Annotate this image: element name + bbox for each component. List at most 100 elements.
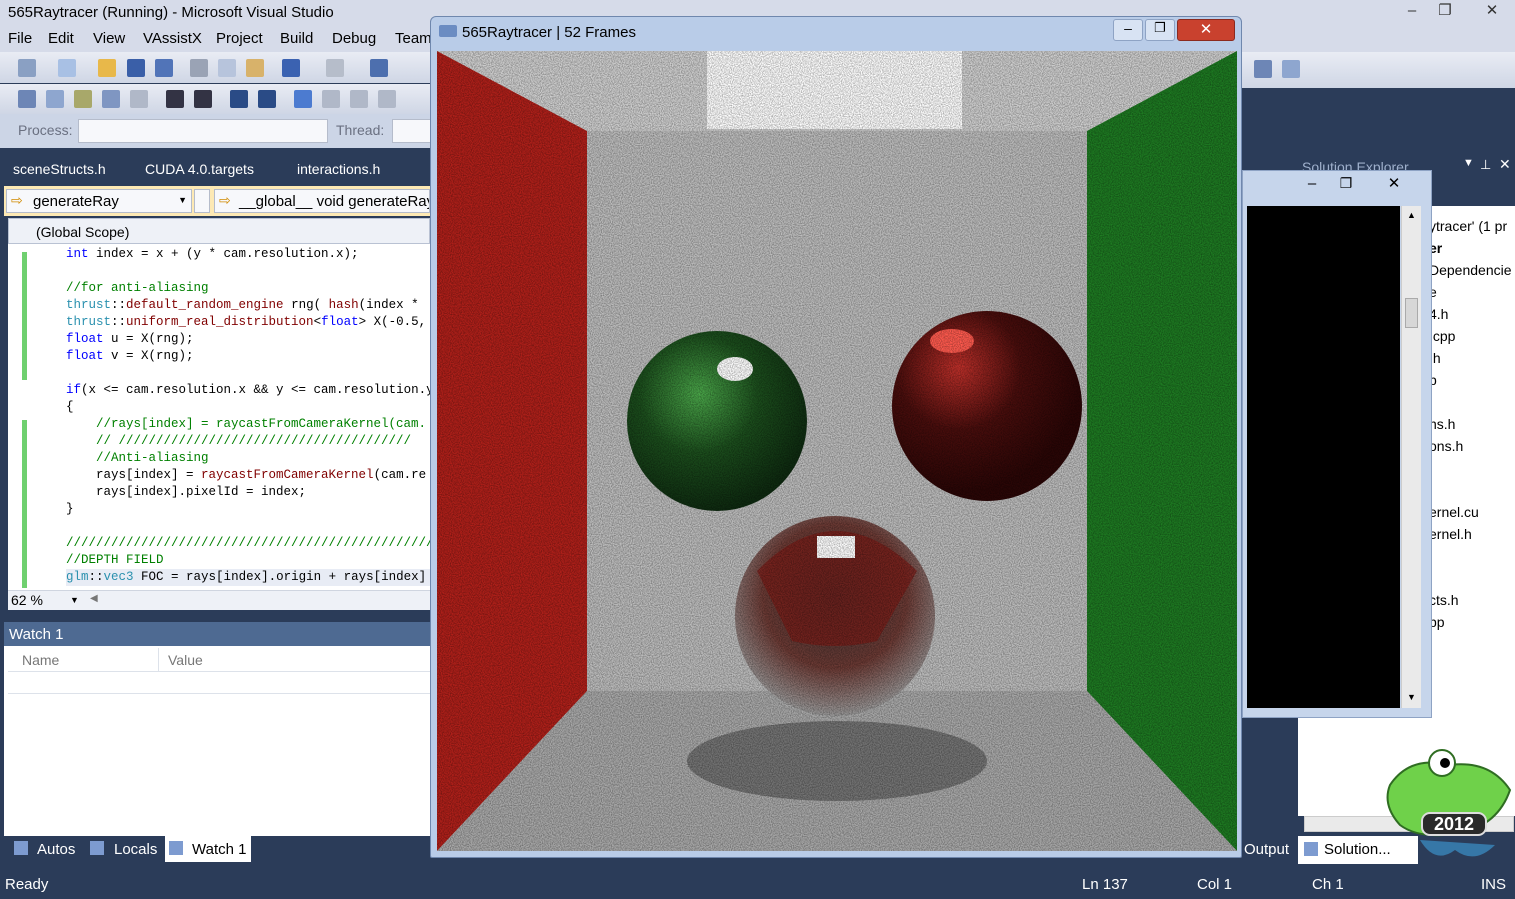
zoom-level[interactable]: 62 % <box>11 592 43 608</box>
scroll-up-icon[interactable]: ▲ <box>1407 210 1416 220</box>
rt-minimize-button[interactable]: – <box>1113 19 1143 41</box>
class-view-icon[interactable] <box>1254 60 1272 78</box>
status-bar: Ready Ln 137 Col 1 Ch 1 INS <box>0 870 1515 899</box>
copy-icon[interactable] <box>218 59 236 77</box>
menu-vassistx[interactable]: VAssistX <box>143 30 202 47</box>
tree-item[interactable]: ernel.cu <box>1429 504 1479 520</box>
tree-item[interactable]: cts.h <box>1429 592 1459 608</box>
tree-item[interactable]: ernel.h <box>1429 526 1472 542</box>
watch-header-row: Name Value <box>8 648 430 672</box>
code-line: //for anti-aliasing <box>66 281 209 295</box>
paste-icon[interactable] <box>246 59 264 77</box>
tab-watch1-active[interactable]: Watch 1 <box>165 836 251 862</box>
signature-combo[interactable]: ⇨ __global__ void generateRay( <box>214 189 430 213</box>
next-bookmark-icon[interactable] <box>350 90 368 108</box>
scope-label: (Global Scope) <box>36 224 130 240</box>
console-maximize-button[interactable]: ❐ <box>1331 175 1361 195</box>
watch-row[interactable] <box>8 672 430 694</box>
prev-bookmark-icon[interactable] <box>322 90 340 108</box>
navigation-bar: ⇨ generateRay ▼ ⇨ __global__ void genera… <box>4 186 430 216</box>
thread-combo[interactable] <box>392 119 432 143</box>
scroll-left-icon[interactable]: ◀ <box>90 593 98 604</box>
cut-icon[interactable] <box>190 59 208 77</box>
change-margin <box>22 420 27 516</box>
tab-watch1: Watch 1 <box>192 841 247 858</box>
code-line: int index = x + (y * cam.resolution.x); <box>66 247 359 261</box>
panel-close-icon[interactable]: ✕ <box>1499 156 1511 173</box>
status-char: Ch 1 <box>1312 876 1344 893</box>
tree-item[interactable]: ns.h <box>1429 416 1455 432</box>
uncomment-icon[interactable] <box>258 90 276 108</box>
open-file-icon[interactable] <box>98 59 116 77</box>
editor-zoom-bar: 62 % ▼ ◀ <box>8 590 430 610</box>
add-item-icon[interactable] <box>58 59 76 77</box>
display-object-icon[interactable] <box>18 90 36 108</box>
rendered-scene <box>437 51 1237 851</box>
vs-window-title: 565Raytracer (Running) - Microsoft Visua… <box>8 4 334 21</box>
bookmark-icon[interactable] <box>294 90 312 108</box>
status-ins: INS <box>1481 876 1507 893</box>
watch-col-name[interactable]: Name <box>22 652 59 668</box>
console-minimize-button[interactable]: – <box>1297 175 1327 195</box>
scope-bar[interactable]: (Global Scope) <box>8 218 430 244</box>
scroll-spinner[interactable] <box>194 189 210 213</box>
right-toolbar <box>1240 52 1515 88</box>
console-scrollbar[interactable]: ▲ ▼ <box>1401 206 1421 708</box>
console-output <box>1247 206 1400 708</box>
watch-col-value[interactable]: Value <box>168 652 203 668</box>
undo-icon[interactable] <box>282 59 300 77</box>
save-all-icon[interactable] <box>155 59 173 77</box>
vs-close-button[interactable]: ✕ <box>1475 0 1509 22</box>
autos-icon <box>14 841 28 855</box>
unindent-icon[interactable] <box>194 90 212 108</box>
pin-icon[interactable]: ⊥ <box>1480 157 1491 173</box>
code-line: ////////////////////////////////////////… <box>66 536 430 550</box>
chevron-down-icon: ▼ <box>178 195 187 205</box>
indent-icon[interactable] <box>166 90 184 108</box>
tab-interactions[interactable]: interactions.h <box>297 161 380 177</box>
navigate-icon[interactable] <box>370 59 388 77</box>
tree-item[interactable]: ons.h <box>1429 438 1463 454</box>
menu-debug[interactable]: Debug <box>332 30 376 47</box>
complete-word-icon[interactable] <box>102 90 120 108</box>
process-combo[interactable] <box>78 119 328 143</box>
process-label: Process: <box>18 122 73 138</box>
rt-close-button[interactable]: ✕ <box>1177 19 1235 41</box>
menu-team[interactable]: Team <box>395 30 432 47</box>
tab-scenestructs[interactable]: sceneStructs.h <box>13 161 106 177</box>
properties-icon[interactable] <box>1282 60 1300 78</box>
parameter-info-icon[interactable] <box>46 90 64 108</box>
quick-info-icon[interactable] <box>74 90 92 108</box>
app-icon <box>439 25 457 37</box>
signature-arrow-icon: ⇨ <box>219 192 231 208</box>
tab-locals[interactable]: Locals <box>114 841 157 858</box>
tab-cuda-targets[interactable]: CUDA 4.0.targets <box>145 161 254 177</box>
tab-output[interactable]: Output <box>1244 841 1289 858</box>
rt-maximize-button[interactable]: ❐ <box>1145 19 1175 41</box>
clear-bookmarks-icon[interactable] <box>378 90 396 108</box>
save-icon[interactable] <box>127 59 145 77</box>
vs2012-mascot: 2012 <box>1380 745 1515 870</box>
code-editor[interactable]: int index = x + (y * cam.resolution.x); … <box>8 244 430 590</box>
menu-file[interactable]: File <box>8 30 32 47</box>
menu-view[interactable]: View <box>93 30 125 47</box>
panel-menu-chevron-icon[interactable]: ▼ <box>1463 157 1474 169</box>
console-close-button[interactable]: ✕ <box>1379 174 1409 194</box>
tree-item[interactable]: ytracer' (1 pr <box>1429 218 1507 234</box>
scroll-thumb[interactable] <box>1405 298 1418 328</box>
vs-minimize-button[interactable]: – <box>1395 0 1429 22</box>
menu-project[interactable]: Project <box>216 30 263 47</box>
menu-edit[interactable]: Edit <box>48 30 74 47</box>
menu-build[interactable]: Build <box>280 30 313 47</box>
outdent-icon[interactable] <box>130 90 148 108</box>
tree-item[interactable]: Dependencie <box>1429 262 1512 278</box>
scroll-down-icon[interactable]: ▼ <box>1407 692 1416 702</box>
function-combo[interactable]: ⇨ generateRay ▼ <box>6 189 192 213</box>
tab-autos[interactable]: Autos <box>37 841 75 858</box>
redo-icon[interactable] <box>326 59 344 77</box>
vs-maximize-button[interactable]: ❐ <box>1428 0 1462 22</box>
zoom-chevron-down-icon[interactable]: ▼ <box>70 595 79 605</box>
new-project-icon[interactable] <box>18 59 36 77</box>
tree-item[interactable]: .cpp <box>1429 328 1455 344</box>
comment-icon[interactable] <box>230 90 248 108</box>
